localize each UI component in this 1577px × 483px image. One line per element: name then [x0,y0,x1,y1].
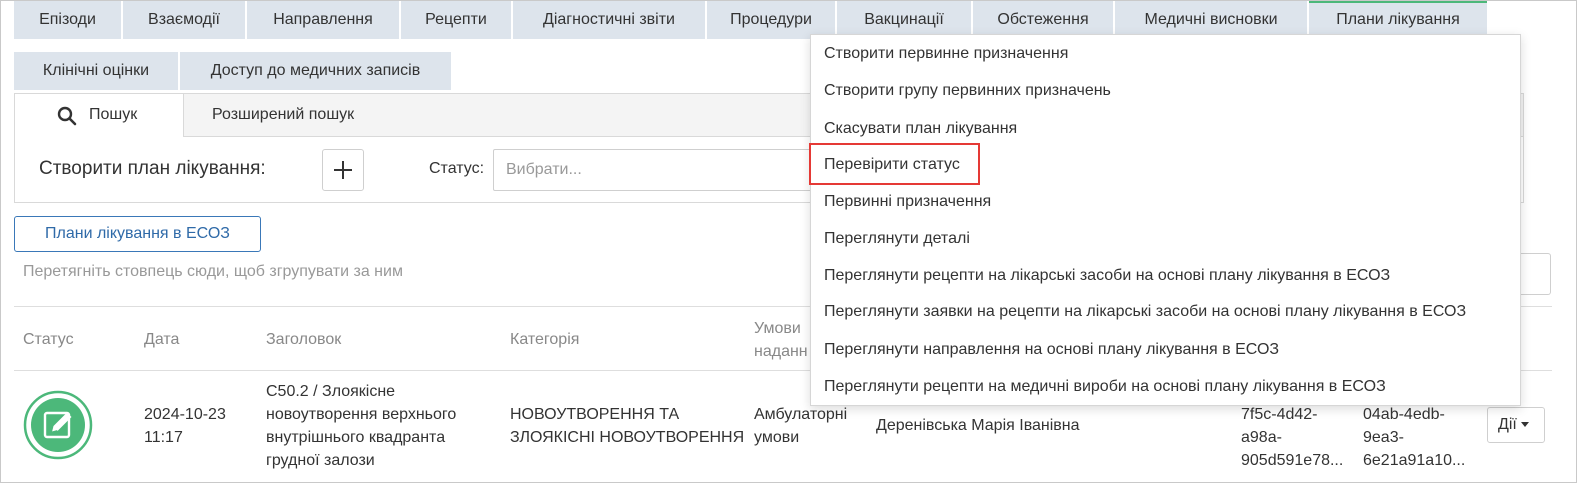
cell-title: C50.2 / Злоякісне новоутворення верхньог… [266,380,456,472]
header-status[interactable]: Статус [23,328,74,351]
group-hint: Перетягніть стовпець сюди, щоб згрупуват… [23,263,403,280]
edit-status-icon [23,390,93,460]
menu-item-create-primary[interactable]: Створити первинне призначення [824,41,1068,67]
tab-diagnostic-reports[interactable]: Діагностичні звіти [513,1,705,39]
tab-interactions[interactable]: Взаємодії [123,1,245,39]
actions-label: Дії [1498,416,1517,433]
cell-category: НОВОУТВОРЕННЯ ТА ЗЛОЯКІСНІ НОВОУТВОРЕННЯ [510,403,744,449]
cell-title-line3: внутрішнього квадранта [266,429,446,446]
header-date[interactable]: Дата [144,328,179,351]
tab-episodes[interactable]: Епізоди [14,1,121,39]
header-conditions[interactable]: Умови наданн [754,317,808,363]
menu-item-view-referrals[interactable]: Переглянути направлення на основі плану … [824,337,1279,363]
tab-referrals[interactable]: Направлення [247,1,399,39]
menu-item-cancel-plan[interactable]: Скасувати план лікування [824,116,1017,142]
menu-item-view-details[interactable]: Переглянути деталі [824,226,970,252]
subtab-search-label: Пошук [89,106,138,123]
search-icon [57,106,77,126]
menu-item-view-drug-prescriptions[interactable]: Переглянути рецепти на лікарські засоби … [824,263,1390,289]
actions-button[interactable]: Дії [1487,407,1545,443]
header-title[interactable]: Заголовок [266,328,341,351]
menu-item-view-device-prescriptions[interactable]: Переглянути рецепти на медичні вироби на… [824,374,1386,400]
header-conditions-line2: наданн [754,343,808,360]
plus-icon [334,161,352,179]
cell-id-2: 04ab-4edb- 9ea3- 6e21a91a10... [1363,403,1465,472]
cell-id-1-line1: 7f5c-4d42- [1241,406,1318,423]
cell-title-line4: грудної залози [266,452,375,469]
create-plan-label: Створити план лікування: [39,158,266,179]
status-select[interactable]: Вибрати... [493,149,833,191]
cell-doctor: Деренівська Марія Іванівна [876,417,1080,434]
cell-date: 2024-10-23 11:17 [144,403,226,449]
ehealth-plans-button[interactable]: Плани лікування в ЕСОЗ [14,216,261,252]
header-category[interactable]: Категорія [510,328,579,351]
cell-title-line2: новоутворення верхнього [266,406,457,423]
menu-item-primary-assignments[interactable]: Первинні призначення [824,189,991,215]
add-plan-button[interactable] [322,149,364,191]
menu-item-view-prescription-requests[interactable]: Переглянути заявки на рецепти на лікарсь… [824,299,1466,325]
tab-medical-records-access[interactable]: Доступ до медичних записів [180,52,451,90]
cell-conditions: Амбулаторні умови [754,403,847,449]
subtab-advanced-search[interactable]: Розширений пошук [212,94,354,136]
app-frame: Епізоди Взаємодії Направлення Рецепти Ді… [0,0,1577,483]
cell-conditions-line2: умови [754,429,800,446]
subtab-search[interactable]: Пошук [15,94,184,137]
cell-id-2-line1: 04ab-4edb- [1363,406,1445,423]
actions-dropdown-menu: Створити первинне призначення Створити г… [810,34,1521,406]
cell-date-line2: 11:17 [144,429,183,446]
cell-category-line1: НОВОУТВОРЕННЯ ТА [510,406,680,423]
menu-item-check-status[interactable]: Перевірити статус [824,152,960,178]
cell-id-1-line2: a98a- [1241,429,1282,446]
cell-category-line2: ЗЛОЯКІСНІ НОВОУТВОРЕННЯ [510,429,745,446]
cell-id-1-line3: 905d591e78... [1241,452,1344,469]
tab-prescriptions[interactable]: Рецепти [401,1,511,39]
cell-id-2-line2: 9ea3- [1363,429,1404,446]
tab-clinical-assessments[interactable]: Клінічні оцінки [14,52,178,90]
cell-title-line1: C50.2 / Злоякісне [266,383,396,400]
cell-id-1: 7f5c-4d42- a98a- 905d591e78... [1241,403,1343,472]
cell-id-2-line3: 6e21a91a10... [1363,452,1466,469]
cell-conditions-line1: Амбулаторні [754,406,848,423]
header-conditions-line1: Умови [754,320,801,337]
status-label: Статус: [429,160,485,177]
cell-date-line1: 2024-10-23 [144,406,226,423]
caret-down-icon [1520,422,1529,428]
menu-item-create-primary-group[interactable]: Створити групу первинних призначень [824,78,1111,104]
